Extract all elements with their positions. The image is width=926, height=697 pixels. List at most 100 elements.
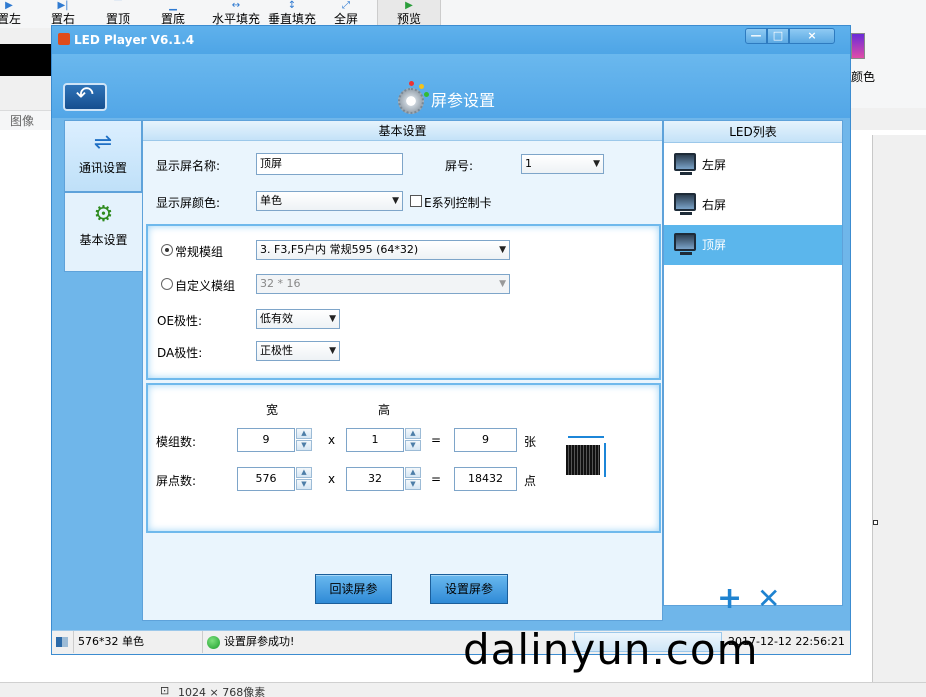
fullscreen-button[interactable]: ⤢ 全屏 [330,0,362,28]
ribbon-group-label: 图像 [0,110,52,130]
screen-number-select[interactable]: 1 ▼ [521,154,604,174]
screen-name-input[interactable]: 顶屏 [256,153,403,175]
monitor-icon [674,153,696,175]
e-series-checkbox[interactable] [410,195,422,207]
chevron-down-icon: ▼ [499,245,506,255]
status-size: 576*32 单色 [78,635,144,648]
times-sign: x [328,433,336,447]
maximize-button[interactable]: □ [767,28,789,44]
color-picker-icon[interactable] [851,33,865,59]
led-list-item[interactable]: 左屏 [664,145,842,185]
status-message: 设置屏参成功! [224,635,295,648]
da-polarity-label: DA极性: [157,346,203,360]
module-height-down[interactable]: ▼ [405,440,421,451]
pixel-width-input[interactable]: 576 [237,467,295,491]
pixel-height-down[interactable]: ▼ [405,479,421,490]
equals-sign: = [431,472,442,486]
fill-horizontal-button[interactable]: ↔ 水平填充 [208,0,264,28]
led-list-item[interactable]: 右屏 [664,185,842,225]
read-params-button[interactable]: 回读屏参 [315,574,392,604]
tab-communication[interactable]: ⇌ 通讯设置 [64,120,142,192]
close-button[interactable]: × [789,28,835,44]
screen-color-select[interactable]: 单色 ▼ [256,191,403,211]
oe-polarity-label: OE极性: [157,314,203,328]
align-bottom-icon: ▁ [169,0,177,11]
pixel-height-input[interactable]: 32 [346,467,404,491]
chevron-down-icon: ▼ [392,196,399,206]
decor-dot-green [424,92,429,97]
panel-header: 基本设置 [143,121,662,141]
fill-vertical-button[interactable]: ↕ 垂直填充 [264,0,320,28]
da-polarity-select[interactable]: 正极性 ▼ [256,341,340,361]
custom-module-select[interactable]: 32 * 16 ▼ [256,274,510,294]
led-module-icon [566,433,608,481]
gears-icon: ⚙ [93,202,114,227]
custom-module-label: 自定义模组 [175,279,236,293]
align-top-button[interactable]: ▔ 置顶 [101,0,135,28]
size-group: 宽 高 模组数: 9 ▲ ▼ x 1 ▲ ▼ = 9 张 屏点数: 576 ▲ … [146,383,661,533]
module-height-up[interactable]: ▲ [405,428,421,439]
pixel-height-up[interactable]: ▲ [405,467,421,478]
pixel-unit: 点 [524,474,537,488]
add-screen-button[interactable]: + [717,584,742,614]
decor-dot-red [409,81,414,86]
led-player-window: LED Player V6.1.4 — □ × ↶ 屏参设置 ⇌ 通讯设置 ⚙ … [51,25,851,655]
module-count-label: 模组数: [156,435,197,449]
led-item-label: 顶屏 [702,238,727,252]
preview-button[interactable]: ▶ 预览 [377,0,441,28]
settings-gear-icon [398,88,424,114]
pixel-width-up[interactable]: ▲ [296,467,312,478]
led-list-header: LED列表 [664,121,842,143]
title-bar[interactable]: LED Player V6.1.4 — □ × [52,26,850,54]
module-width-down[interactable]: ▼ [296,440,312,451]
canvas-size-icon: ⊡ [160,684,170,697]
delete-screen-button[interactable]: ✕ [757,584,780,614]
back-button[interactable]: ↶ [63,83,107,111]
monitor-icon [674,233,696,255]
chevron-down-icon: ▼ [593,159,600,169]
resize-handle[interactable] [873,520,878,525]
align-right-icon: ▶| [57,0,69,11]
module-width-up[interactable]: ▲ [296,428,312,439]
basic-settings-panel: 基本设置 显示屏名称: 顶屏 屏号: 1 ▼ 显示屏颜色: 单色 ▼ E系列控制卡 … [142,120,663,621]
decor-dot-yellow [419,84,424,89]
color-label: 颜色 [851,70,876,84]
set-params-button[interactable]: 设置屏参 [430,574,508,604]
align-left-icon: ▶ [5,0,13,11]
monitor-icon [674,193,696,215]
module-width-input[interactable]: 9 [237,428,295,452]
screen-number-label: 屏号: [445,159,474,173]
align-right-button[interactable]: ▶| 置右 [46,0,80,28]
normal-module-value: 3. F3,F5户内 常规595 (64*32) [260,243,419,256]
module-height-input[interactable]: 1 [346,428,404,452]
normal-module-select[interactable]: 3. F3,F5户内 常规595 (64*32) ▼ [256,240,510,260]
fullscreen-icon: ⤢ [342,0,350,11]
background-ribbon-right: 颜色 [851,28,926,108]
chevron-down-icon: ▼ [329,314,336,324]
minimize-button[interactable]: — [745,28,767,44]
align-bottom-button[interactable]: ▁ 置底 [156,0,190,28]
width-header: 宽 [266,403,279,417]
fill-vertical-icon: ↕ [287,0,297,11]
custom-module-value: 32 * 16 [260,277,301,290]
network-icon [56,637,68,647]
pixel-width-down[interactable]: ▼ [296,479,312,490]
equals-sign: = [431,433,442,447]
align-top-icon: ▔ [114,0,122,11]
module-total: 9 [454,428,517,452]
pixel-count-label: 屏点数: [156,474,197,488]
screen-color-value: 单色 [260,194,282,207]
fill-horizontal-icon: ↔ [231,0,241,11]
screen-number-value: 1 [525,157,532,170]
align-left-button[interactable]: ▶ 置左 [0,0,24,28]
oe-polarity-select[interactable]: 低有效 ▼ [256,309,340,329]
screen-color-label: 显示屏颜色: [156,196,221,210]
tab-basic-settings[interactable]: ⚙ 基本设置 [64,192,142,272]
window-title: LED Player V6.1.4 [74,33,195,47]
led-item-label: 右屏 [702,198,727,212]
led-list-panel: LED列表 左屏 右屏 顶屏 [663,120,843,606]
custom-module-radio[interactable] [161,278,173,290]
height-header: 高 [378,403,391,417]
normal-module-radio[interactable] [161,244,173,256]
led-list-item-selected[interactable]: 顶屏 [664,225,842,265]
